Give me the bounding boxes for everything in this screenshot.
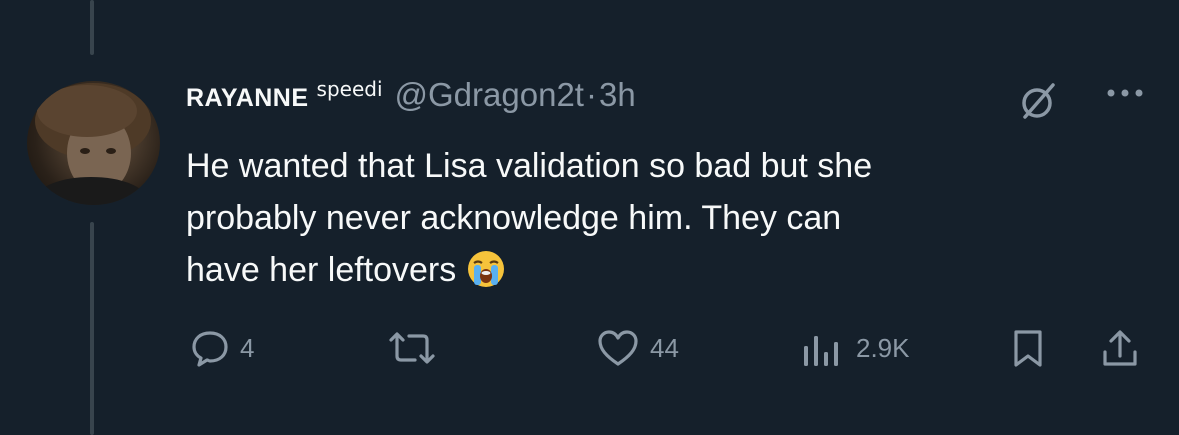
name-tag: speedi xyxy=(316,77,383,101)
share-icon xyxy=(1103,330,1137,366)
like-count: 44 xyxy=(650,332,679,363)
reply-button[interactable]: 4 xyxy=(190,328,254,368)
tweet-text-line: He wanted that Lisa validation so bad bu… xyxy=(186,147,873,185)
thread-line-top xyxy=(90,0,94,55)
loudly-crying-face-emoji-icon xyxy=(466,249,506,289)
tweet-header: RAYANNE speedi @Gdragon2t · 3h xyxy=(186,76,636,116)
grok-icon[interactable] xyxy=(1017,79,1061,123)
separator-dot: · xyxy=(585,76,597,113)
views-chart-icon xyxy=(804,336,838,366)
views-button[interactable]: 2.9K xyxy=(800,328,910,368)
like-button[interactable]: 44 xyxy=(596,328,679,368)
retweet-button[interactable] xyxy=(387,328,447,368)
action-bar: 4 44 2.9K xyxy=(0,326,1179,370)
reply-count: 4 xyxy=(240,332,255,363)
more-options-icon[interactable] xyxy=(1105,86,1145,100)
tweet-text-line: have her leftovers xyxy=(186,244,1146,296)
bookmark-button[interactable] xyxy=(1010,328,1046,368)
share-button[interactable] xyxy=(1100,328,1140,368)
handle[interactable]: @Gdragon2t xyxy=(395,76,584,114)
view-count: 2.9K xyxy=(856,332,910,363)
tweet-text-line: probably never acknowledge him. They can xyxy=(186,199,842,237)
tweet-text-line-3: have her leftovers xyxy=(186,251,457,289)
display-name[interactable]: RAYANNE xyxy=(186,84,309,113)
timestamp[interactable]: 3h xyxy=(599,76,636,114)
bookmark-icon xyxy=(1014,330,1042,367)
avatar[interactable] xyxy=(27,81,160,205)
heart-icon xyxy=(598,330,638,366)
retweet-icon xyxy=(389,332,435,364)
reply-icon xyxy=(192,331,228,367)
tweet-text: He wanted that Lisa validation so bad bu… xyxy=(186,140,1146,296)
